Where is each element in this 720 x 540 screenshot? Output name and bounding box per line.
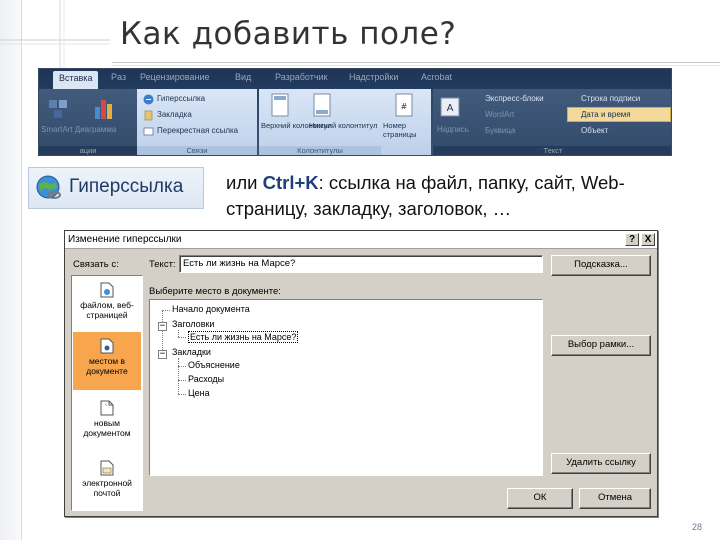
tree-node-headings[interactable]: Заголовки — [172, 319, 214, 329]
email-icon — [100, 460, 114, 476]
ribbon-tab-bar: Вставка Рaз Рецензирование Вид Разработч… — [39, 69, 671, 89]
illustrations-label: SmartArt Диаграмма — [41, 125, 117, 134]
svg-text:A: A — [447, 103, 454, 114]
tree-collapse-headings[interactable]: − — [158, 322, 167, 331]
link-option-new-document-label: новым документом — [83, 418, 131, 438]
ribbon-tab-addins[interactable]: Надстройки — [349, 72, 398, 82]
ribbon-group-header-footer: Верхний колонтитул Нижний колонтитул Кол… — [259, 89, 381, 155]
tree-node-bookmark-costs[interactable]: Расходы — [188, 374, 224, 384]
hyperlink-small-icon — [143, 94, 154, 105]
ribbon-tab-view[interactable]: Вид — [235, 72, 251, 82]
slide-title: Как добавить поле? — [120, 16, 457, 52]
ribbon-screenshot: Вставка Рaз Рецензирование Вид Разработч… — [38, 68, 672, 156]
ribbon-group-text: A Надпись Экспресс-блоки WordArt Буквица… — [433, 89, 671, 155]
document-place-icon — [100, 338, 114, 354]
link-option-new-document[interactable]: новым документом — [73, 396, 141, 448]
dialog-title-bar: Изменение гиперссылки ? X — [65, 231, 657, 249]
ribbon-bookmark[interactable]: Закладка — [157, 110, 192, 119]
link-option-email-label: электронной почтой — [82, 478, 132, 498]
textbox-icon[interactable]: A — [439, 95, 461, 121]
crossref-small-icon — [143, 127, 154, 136]
chart-icon[interactable] — [93, 95, 115, 121]
ribbon-dropcap[interactable]: Буквица — [485, 126, 515, 135]
document-place-tree[interactable]: Начало документа − Заголовки Есть ли жиз… — [149, 299, 543, 476]
tooltip-button[interactable]: Подсказка... — [551, 255, 651, 276]
ribbon-quick-parts[interactable]: Экспресс-блоки — [485, 94, 544, 103]
select-frame-button[interactable]: Выбор рамки... — [551, 335, 651, 356]
shortcut-description: или Ctrl+K: ссылка на файл, папку, сайт,… — [226, 170, 706, 222]
edit-hyperlink-dialog: Изменение гиперссылки ? X Связать с: Тек… — [64, 230, 658, 517]
link-option-email[interactable]: электронной почтой — [73, 456, 141, 508]
display-text-input[interactable]: Есть ли жизнь на Марсе? — [179, 255, 543, 273]
ribbon-group-links: Гиперссылка Закладка Перекрестная ссылка… — [137, 89, 257, 155]
ribbon-date-time[interactable]: Дата и время — [581, 110, 631, 119]
hyperlink-button-label: Гиперссылка — [69, 176, 184, 197]
link-to-panel: файлом, веб-страницей местом в документе… — [71, 275, 143, 511]
link-to-label: Связать с: — [73, 259, 119, 270]
ribbon-signature-line[interactable]: Строка подписи — [581, 94, 640, 103]
tree-line — [178, 394, 186, 395]
title-divider-shadow — [112, 65, 720, 66]
header-footer-group-label: Колонтитулы — [259, 146, 381, 155]
select-place-label: Выберите место в документе: — [149, 286, 281, 297]
ribbon-tab-developer[interactable]: Разработчик — [275, 72, 327, 82]
page-number-icon[interactable]: # — [393, 93, 415, 119]
tree-node-heading-mars[interactable]: Есть ли жизнь на Марсе? — [188, 331, 299, 343]
shortcut-key: Ctrl+K — [262, 172, 319, 193]
tree-node-bookmark-explanation[interactable]: Объяснение — [188, 360, 240, 370]
smartart-icon[interactable] — [47, 97, 69, 123]
close-button[interactable]: X — [641, 233, 655, 246]
tree-line — [162, 310, 170, 311]
ribbon-page-number[interactable]: Номер страницы — [383, 121, 429, 139]
remove-link-button[interactable]: Удалить ссылку — [551, 453, 651, 474]
help-button[interactable]: ? — [625, 233, 639, 246]
ribbon-object[interactable]: Объект — [581, 126, 608, 135]
link-option-web-file-label: файлом, веб-страницей — [80, 300, 134, 320]
description-prefix: или — [226, 172, 263, 193]
header-icon[interactable] — [269, 93, 291, 119]
illustrations-group-label: ации — [39, 146, 137, 155]
tree-line — [178, 366, 186, 367]
page-number: 28 — [692, 522, 703, 532]
text-label: Текст: — [149, 259, 176, 270]
ribbon-cross-reference[interactable]: Перекрестная ссылка — [157, 126, 238, 135]
ribbon-textbox[interactable]: Надпись — [437, 125, 469, 134]
svg-text:#: # — [401, 102, 408, 111]
ribbon-hyperlink[interactable]: Гиперссылка — [157, 94, 205, 103]
cancel-button[interactable]: Отмена — [579, 488, 651, 509]
title-divider — [112, 62, 720, 63]
web-file-icon — [100, 282, 114, 298]
link-option-document-place-label: местом в документе — [86, 356, 128, 376]
ribbon-tab-insert[interactable]: Вставка — [53, 71, 99, 89]
link-option-document-place[interactable]: местом в документе — [73, 332, 141, 390]
tree-node-top[interactable]: Начало документа — [172, 304, 250, 314]
ribbon-tab-acrobat[interactable]: Acrobat — [421, 72, 452, 82]
new-document-icon — [100, 400, 114, 416]
ribbon-group-page-number: # Номер страницы — [381, 89, 431, 155]
ribbon-footer[interactable]: Нижний колонтитул — [309, 121, 377, 130]
tree-line — [178, 358, 179, 394]
ribbon-wordart[interactable]: WordArt — [485, 110, 514, 119]
text-group-label: Текст — [433, 146, 671, 155]
ribbon-group-illustrations: SmartArt Диаграмма ации — [39, 89, 137, 155]
links-group-label: Связи — [137, 146, 257, 155]
tree-node-bookmark-price[interactable]: Цена — [188, 388, 210, 398]
tree-line — [178, 380, 186, 381]
footer-icon[interactable] — [311, 93, 333, 119]
bookmark-small-icon — [144, 110, 153, 121]
tree-line — [178, 330, 179, 337]
tree-line — [178, 337, 186, 338]
globe-link-icon — [36, 175, 61, 199]
dialog-title: Изменение гиперссылки — [68, 234, 182, 245]
link-option-web-file[interactable]: файлом, веб-страницей — [73, 280, 141, 326]
tree-collapse-bookmarks[interactable]: − — [158, 350, 167, 359]
ribbon-tab-layout[interactable]: Рaз — [111, 72, 126, 82]
tree-node-bookmarks[interactable]: Закладки — [172, 347, 211, 357]
hyperlink-button-image: Гиперссылка — [28, 167, 204, 209]
ribbon-tab-review[interactable]: Рецензирование — [140, 72, 210, 82]
ok-button[interactable]: ОК — [507, 488, 573, 509]
